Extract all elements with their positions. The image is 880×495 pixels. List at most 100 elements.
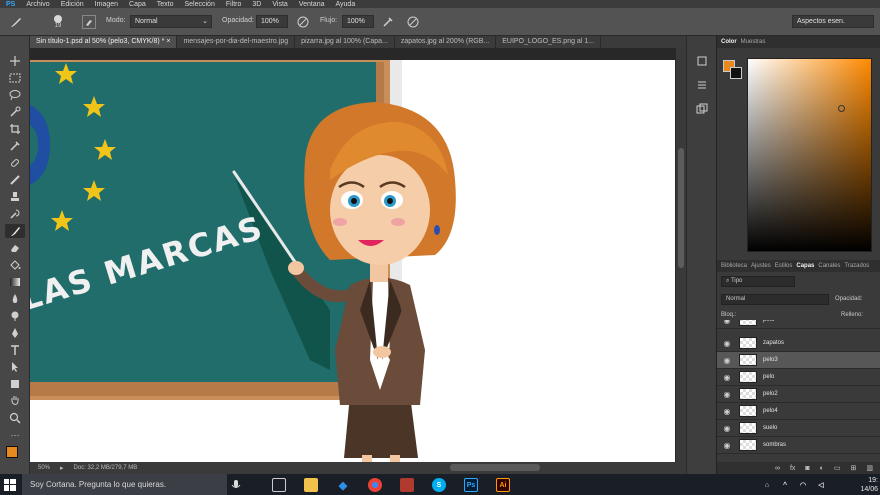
quick-selection-tool-icon[interactable] <box>5 105 25 119</box>
trash-icon[interactable]: ▥ <box>866 464 873 472</box>
tab-muestras[interactable]: Muestras <box>741 39 766 45</box>
brush-preset-picker[interactable]: 19 <box>48 12 68 32</box>
eyedropper-tool-icon[interactable] <box>5 139 25 153</box>
eye-icon[interactable]: ◉ <box>717 356 737 365</box>
pressure-opacity-icon[interactable] <box>296 15 310 29</box>
layer-row[interactable]: ◉ pelo <box>717 320 880 329</box>
scrollbar-thumb[interactable] <box>678 148 684 268</box>
new-layer-icon[interactable]: ⊞ <box>851 464 857 472</box>
pressure-size-icon[interactable] <box>406 15 420 29</box>
layer-row[interactable]: ◉ pelo2 <box>717 386 880 403</box>
zoom-tool-icon[interactable] <box>5 411 25 425</box>
tab-canales[interactable]: Canales <box>818 263 840 269</box>
eye-icon[interactable]: ◉ <box>717 424 737 433</box>
menu-item-archivo[interactable]: Archivo <box>26 1 49 8</box>
pen-tool-icon[interactable] <box>5 326 25 340</box>
eye-icon[interactable]: ◉ <box>717 339 737 348</box>
horizontal-scrollbar[interactable] <box>450 464 540 471</box>
menu-item-seleccion[interactable]: Selección <box>184 1 214 8</box>
windows-start-icon[interactable] <box>4 479 16 491</box>
type-tool-icon[interactable] <box>5 343 25 357</box>
close-icon[interactable]: × <box>166 38 170 45</box>
layer-row[interactable]: ◉ sombras <box>717 437 880 454</box>
dropbox-icon[interactable]: ◆ <box>336 478 350 492</box>
eye-icon[interactable]: ◉ <box>717 390 737 399</box>
foreground-color-swatch[interactable] <box>6 446 18 458</box>
history-panel-icon[interactable] <box>695 54 709 68</box>
app-icon-red[interactable] <box>400 478 414 492</box>
tab-zapatos[interactable]: zapatos.jpg al 200% (RGB... <box>394 36 497 48</box>
eye-icon[interactable]: ◉ <box>717 320 737 325</box>
eye-icon[interactable]: ◉ <box>717 407 737 416</box>
tab-estilos[interactable]: Estilos <box>775 263 793 269</box>
mode-select[interactable]: Normal ⌄ <box>130 15 212 28</box>
eye-icon[interactable]: ◉ <box>717 441 737 450</box>
layer-row[interactable]: ◉ pelo4 <box>717 403 880 420</box>
more-tools-icon[interactable]: ··· <box>5 428 25 442</box>
eye-icon[interactable]: ◉ <box>717 373 737 382</box>
skype-icon[interactable]: S <box>432 478 446 492</box>
paint-bucket-tool-icon[interactable] <box>5 258 25 272</box>
brush-panel-icon[interactable] <box>82 15 96 29</box>
adjustment-icon[interactable]: ◐ <box>820 465 824 472</box>
photoshop-taskbar-icon[interactable]: Ps <box>464 478 478 492</box>
properties-panel-icon[interactable] <box>695 78 709 92</box>
chrome-icon[interactable] <box>368 478 382 492</box>
canvas[interactable]: LAS MARCAS <box>30 60 675 462</box>
clock[interactable]: 19: 14/06 <box>860 476 878 494</box>
crop-tool-icon[interactable] <box>5 122 25 136</box>
flow-field[interactable]: 100% <box>342 15 374 28</box>
gradient-tool-icon[interactable] <box>5 275 25 289</box>
path-selection-tool-icon[interactable] <box>5 360 25 374</box>
menu-item-edicion[interactable]: Edición <box>61 1 84 8</box>
tab-euipo-logo[interactable]: EUIPO_LOGO_ES.png al 1... <box>496 36 602 48</box>
blur-tool-icon[interactable] <box>5 292 25 306</box>
volume-icon[interactable]: ◁ <box>814 478 828 492</box>
blend-mode-select[interactable]: Normal <box>721 294 829 305</box>
menu-item-texto[interactable]: Texto <box>157 1 174 8</box>
layer-row[interactable]: ◉ suelo <box>717 420 880 437</box>
tab-sin-titulo[interactable]: Sin título-1.psd al 50% (pelo3, CMYK/8) … <box>30 36 178 48</box>
tab-color[interactable]: Color <box>721 39 737 45</box>
healing-brush-tool-icon[interactable] <box>5 156 25 170</box>
airbrush-icon[interactable] <box>381 15 395 29</box>
marquee-tool-icon[interactable] <box>5 71 25 85</box>
vertical-scrollbar[interactable] <box>676 48 686 462</box>
menu-item-ventana[interactable]: Ventana <box>299 1 325 8</box>
menu-item-imagen[interactable]: Imagen <box>95 1 118 8</box>
layer-row[interactable]: ◉ zapatos <box>717 335 880 352</box>
workspace-select[interactable]: Aspectos esen. <box>792 15 874 28</box>
menu-item-filtro[interactable]: Filtro <box>226 1 242 8</box>
cortana-search-box[interactable]: Soy Cortana. Pregunta lo que quieras. <box>22 474 227 495</box>
move-tool-icon[interactable] <box>5 54 25 68</box>
illustrator-taskbar-icon[interactable]: Ai <box>496 478 510 492</box>
color-picker-cursor[interactable] <box>838 105 845 112</box>
shape-tool-icon[interactable] <box>5 377 25 391</box>
mask-icon[interactable]: ◙ <box>805 465 809 472</box>
cortana-mic-icon[interactable] <box>230 479 242 491</box>
zoom-level[interactable]: 50% <box>38 465 50 471</box>
people-icon[interactable]: ⌂ <box>760 478 774 492</box>
color-field[interactable] <box>747 58 872 252</box>
tab-ajustes[interactable]: Ajustes <box>751 263 771 269</box>
folder-icon[interactable]: ▭ <box>834 464 841 472</box>
task-view-icon[interactable] <box>272 478 286 492</box>
dodge-tool-icon[interactable] <box>5 309 25 323</box>
layer-row-selected[interactable]: ◉ pelo3 <box>717 352 880 369</box>
tab-capas[interactable]: Capas <box>796 263 814 269</box>
status-arrow-icon[interactable]: ▸ <box>60 464 64 472</box>
opacity-field[interactable]: 100% <box>256 15 288 28</box>
menu-item-vista[interactable]: Vista <box>272 1 287 8</box>
tab-pizarra[interactable]: pizarra.jpg al 100% (Capa... <box>295 36 395 48</box>
network-icon[interactable]: ◠ <box>796 478 810 492</box>
hand-tool-icon[interactable] <box>5 394 25 408</box>
info-panel-icon[interactable] <box>695 102 709 116</box>
menu-item-ayuda[interactable]: Ayuda <box>336 1 356 8</box>
fx-icon[interactable]: fx <box>790 465 795 472</box>
lasso-tool-icon[interactable] <box>5 88 25 102</box>
layer-filter-select[interactable]: ⌕ Tipo <box>721 276 795 287</box>
menu-item-3d[interactable]: 3D <box>252 1 261 8</box>
ruler-tool-icon[interactable] <box>5 173 25 187</box>
tab-mensajes[interactable]: mensajes-por-dia-del-maestro.jpg <box>177 36 296 48</box>
tab-trazados[interactable]: Trazados <box>844 263 869 269</box>
